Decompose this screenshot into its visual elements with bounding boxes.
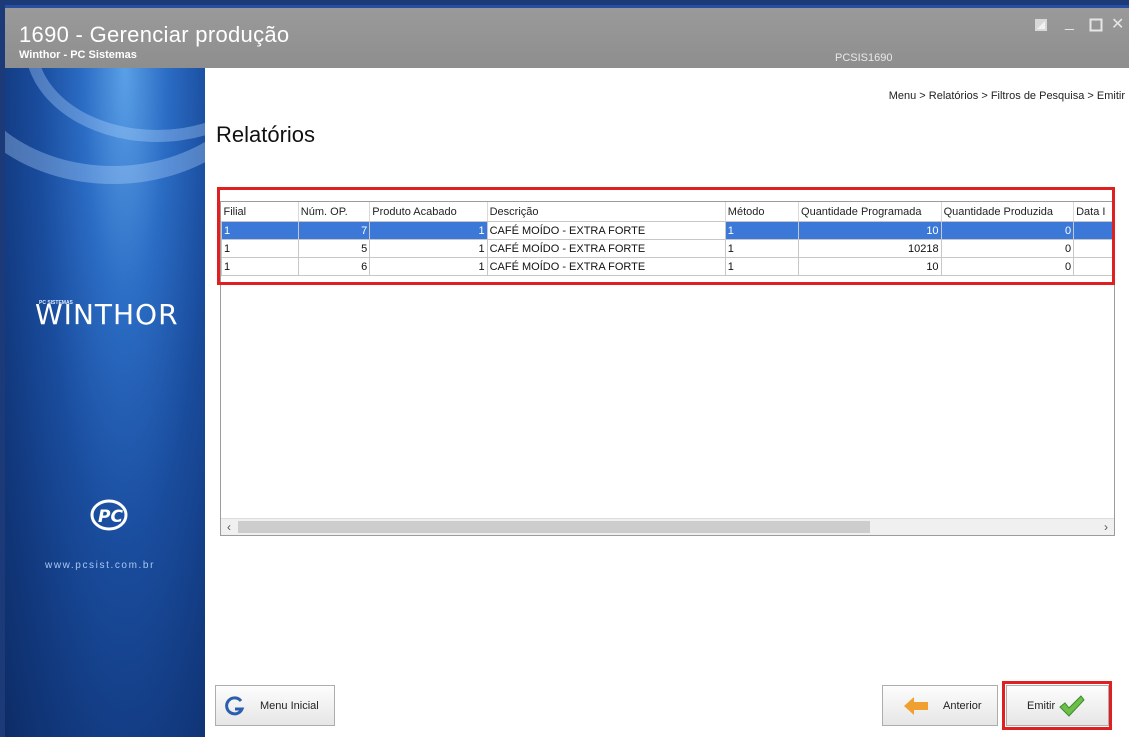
scrollbar-thumb[interactable] <box>238 521 870 533</box>
restore-icon[interactable] <box>1034 18 1048 37</box>
menu-inicial-button[interactable]: Menu Inicial <box>215 685 335 726</box>
scroll-right-icon[interactable]: › <box>1098 519 1114 535</box>
close-icon[interactable]: ✕ <box>1111 14 1124 34</box>
home-g-icon <box>225 695 245 715</box>
page-title: Relatórios <box>216 122 316 147</box>
menu-inicial-label: Menu Inicial <box>260 699 319 712</box>
window-frame: 1690 - Gerenciar produção Winthor - PC S… <box>0 0 1129 737</box>
arrow-left-icon <box>904 696 928 715</box>
emitir-highlight-box <box>1002 681 1112 730</box>
minimize-icon[interactable]: _ <box>1065 14 1074 32</box>
pc-logo-icon: PC <box>90 499 128 531</box>
sidebar-banner: PC SISTEMAS WINTHOR PC www.pcsist.com.br <box>5 68 205 737</box>
anterior-button[interactable]: Anterior <box>882 685 998 726</box>
anterior-label: Anterior <box>943 699 982 712</box>
website-text: www.pcsist.com.br <box>45 560 155 571</box>
scroll-left-icon[interactable]: ‹ <box>221 519 237 535</box>
pc-logo-text: PC <box>98 507 123 527</box>
horizontal-scrollbar[interactable]: ‹ › <box>221 518 1114 535</box>
title-bar: 1690 - Gerenciar produção Winthor - PC S… <box>5 5 1129 68</box>
program-code: PCSIS1690 <box>835 52 893 64</box>
winthor-logo: WINTHOR <box>35 298 179 331</box>
main-panel: Menu > Relatórios > Filtros de Pesquisa … <box>205 68 1129 737</box>
maximize-icon[interactable] <box>1089 18 1103 37</box>
table-highlight-box <box>217 187 1115 285</box>
window-title: 1690 - Gerenciar produção <box>19 22 290 47</box>
breadcrumb: Menu > Relatórios > Filtros de Pesquisa … <box>888 90 1125 102</box>
window-subtitle: Winthor - PC Sistemas <box>19 49 137 61</box>
